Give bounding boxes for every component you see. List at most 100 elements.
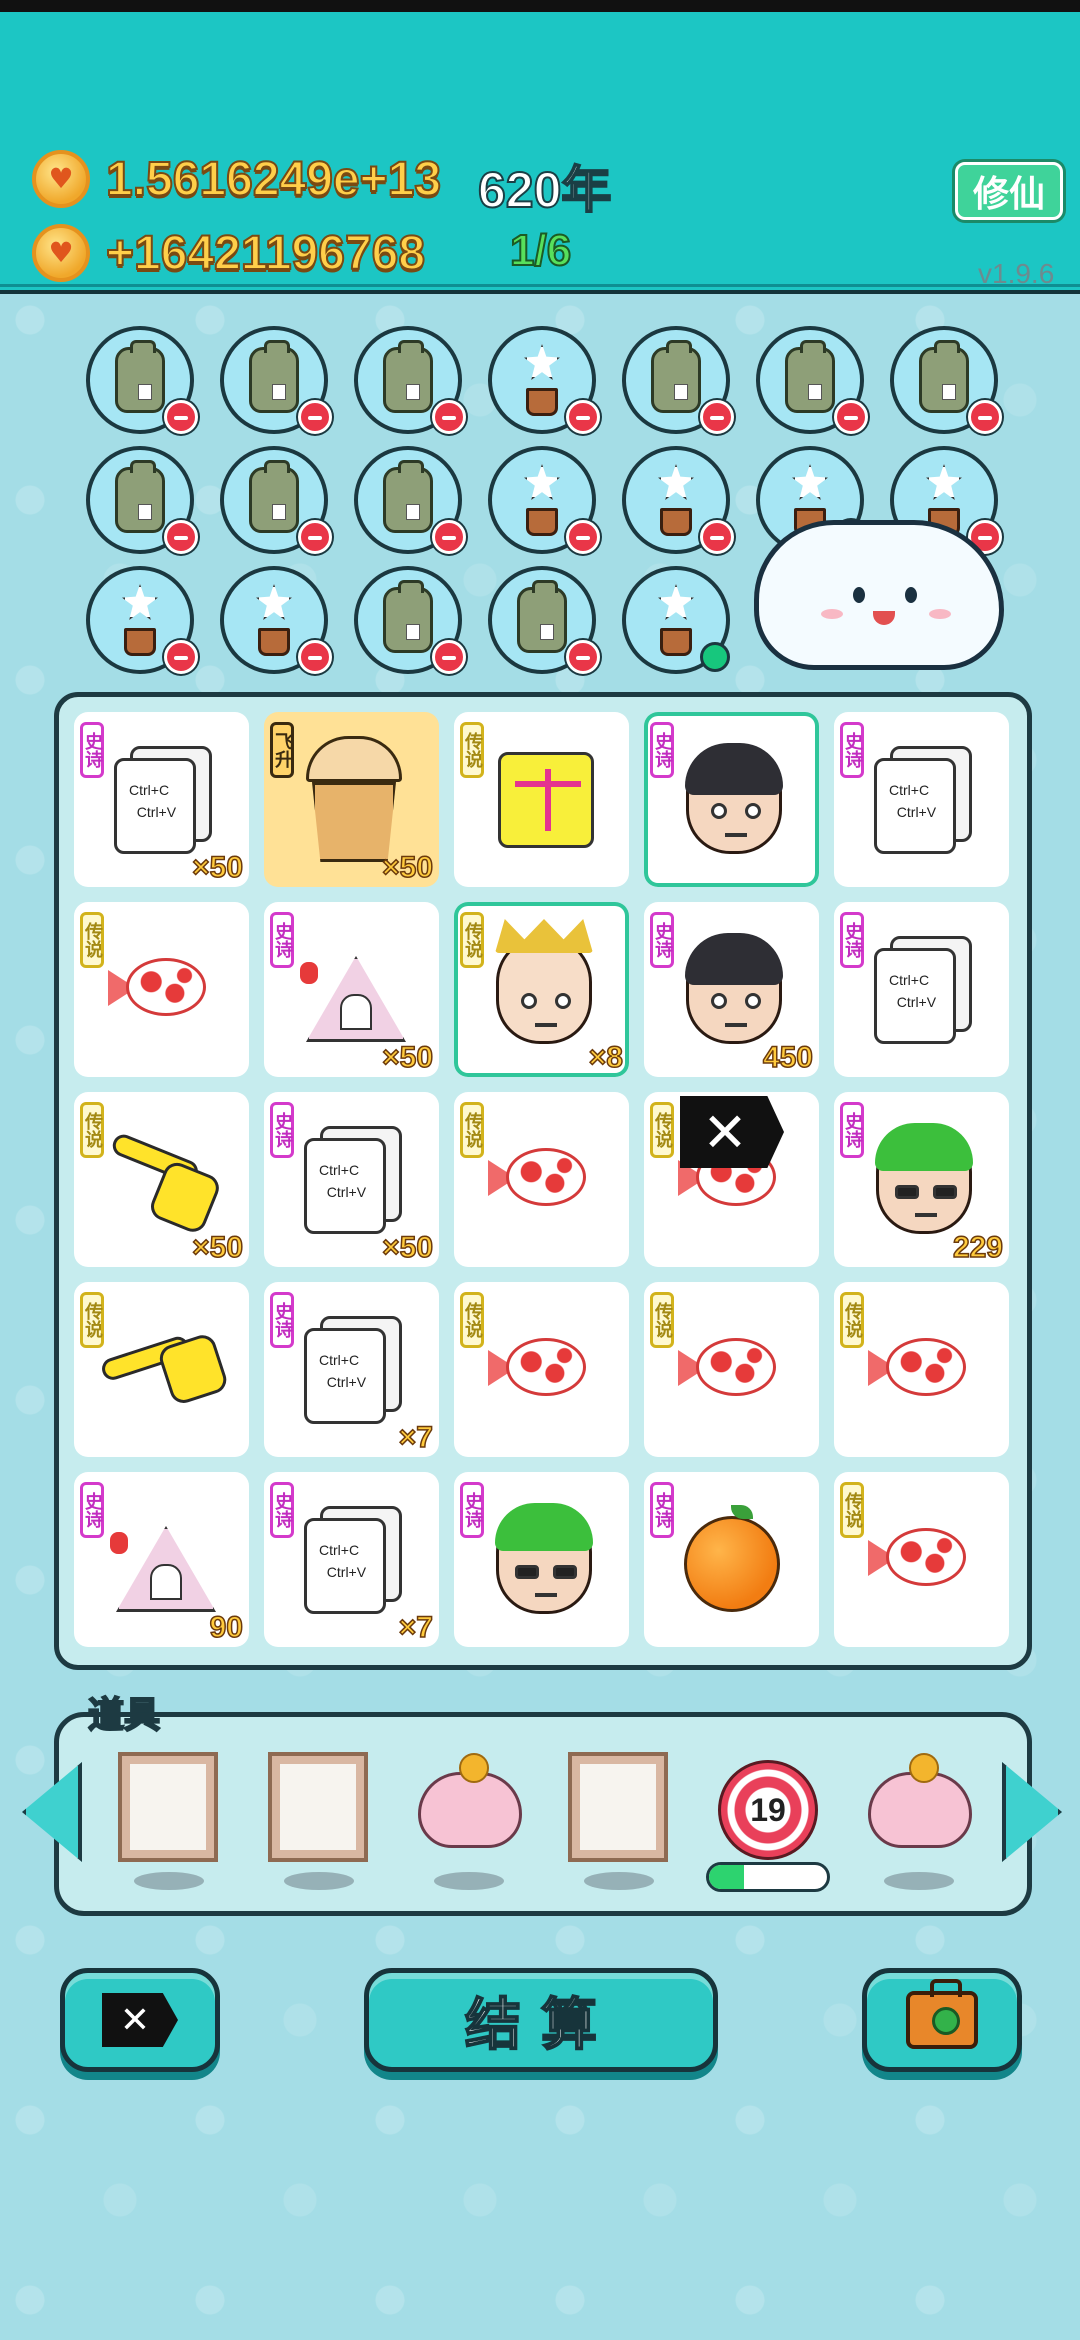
briefcase-button[interactable]: [862, 1968, 1022, 2072]
bag-icon: [651, 340, 701, 413]
remove-icon[interactable]: [432, 400, 466, 434]
remove-icon[interactable]: [566, 640, 600, 674]
board-cell-rabbit-house[interactable]: 史诗 90: [74, 1472, 249, 1647]
koi-fish-icon: [678, 1330, 790, 1406]
board-cell-cap-face[interactable]: 史诗 229: [834, 1092, 1009, 1267]
header: ♥ 1.5616249e+13 620年 ♥ +16421196768 1/6 …: [0, 12, 1080, 294]
slot-flower[interactable]: [622, 566, 730, 674]
slot-flower[interactable]: [622, 446, 734, 554]
flower-icon: [244, 584, 304, 656]
rarity-tag: 史诗: [80, 1482, 104, 1538]
board-cell-copy-paste[interactable]: Ctrl+C Ctrl+V 史诗 ×50: [74, 712, 249, 887]
remove-icon[interactable]: [164, 520, 198, 554]
discard-button[interactable]: ✕: [60, 1968, 220, 2072]
board-cell-face-man[interactable]: 史诗 450: [644, 902, 819, 1077]
frame-item[interactable]: [118, 1752, 218, 1862]
rarity-tag: 传说: [840, 1292, 864, 1348]
board-cell-copy-paste[interactable]: Ctrl+C Ctrl+V 史诗: [834, 902, 1009, 1077]
board-cell-face-man[interactable]: 史诗: [644, 712, 819, 887]
target-progress: [706, 1862, 830, 1892]
board-cell-cap-face[interactable]: 史诗: [454, 1472, 629, 1647]
board-cell-copy-paste[interactable]: Ctrl+C Ctrl+V 史诗: [834, 712, 1009, 887]
flower-icon: [110, 584, 170, 656]
slot-bag[interactable]: [622, 326, 734, 434]
board-cell-copy-paste[interactable]: Ctrl+C Ctrl+V 史诗 ×7: [264, 1472, 439, 1647]
koi-fish-icon: [488, 1140, 600, 1216]
slot-flower[interactable]: [488, 326, 600, 434]
board-cell-king-face[interactable]: 传说 ×8: [454, 902, 629, 1077]
rarity-tag: 传说: [80, 912, 104, 968]
slot-bag[interactable]: [220, 326, 332, 434]
board-cell-rabbit-house[interactable]: 史诗 ×50: [264, 902, 439, 1077]
board-cell-copy-paste[interactable]: Ctrl+C Ctrl+V 史诗 ×7: [264, 1282, 439, 1457]
frame-item[interactable]: [268, 1752, 368, 1862]
slot-bag[interactable]: [354, 326, 466, 434]
rarity-tag: 史诗: [650, 722, 674, 778]
item-count: 450: [762, 1040, 814, 1075]
board-cell-koi-fish[interactable]: 传说: [834, 1282, 1009, 1457]
board-cell-koi-fish[interactable]: 传说: [644, 1282, 819, 1457]
xiuxian-button[interactable]: 修仙: [955, 162, 1063, 220]
remove-icon[interactable]: [432, 520, 466, 554]
remove-icon[interactable]: [432, 640, 466, 674]
items-title: 道具: [87, 1694, 161, 1737]
coins-total-row: ♥ 1.5616249e+13: [32, 150, 442, 208]
slot-bag[interactable]: [354, 566, 466, 674]
target-item[interactable]: 19: [718, 1760, 818, 1860]
slot-bag[interactable]: [86, 326, 198, 434]
remove-icon[interactable]: [298, 520, 332, 554]
board-cell-orange[interactable]: 史诗: [644, 1472, 819, 1647]
piggy-bank-icon[interactable]: [868, 1753, 972, 1848]
board-cell-hand-point[interactable]: 传说: [74, 1282, 249, 1457]
board-cell-koi-fish[interactable]: 传说: [454, 1282, 629, 1457]
board-cell-copy-paste[interactable]: Ctrl+C Ctrl+V 史诗 ×50: [264, 1092, 439, 1267]
remove-icon[interactable]: [700, 520, 734, 554]
arrow-right-icon[interactable]: [1002, 1762, 1062, 1862]
years-counter: 620年: [477, 161, 612, 219]
slot-bag[interactable]: [354, 446, 466, 554]
slot-flower[interactable]: [86, 566, 198, 674]
slot-flower[interactable]: [488, 446, 600, 554]
copy-paste-icon: Ctrl+C Ctrl+V: [108, 746, 218, 856]
arrow-left-icon[interactable]: [22, 1762, 82, 1862]
remove-icon[interactable]: [566, 520, 600, 554]
discard-marker-icon[interactable]: ✕: [680, 1096, 784, 1168]
bag-icon: [115, 460, 165, 533]
item-count: ×7: [398, 1610, 434, 1645]
coins-total: 1.5616249e+13: [105, 152, 442, 207]
piggy-bank-icon[interactable]: [418, 1753, 522, 1848]
pointing-hand-icon: [92, 1113, 237, 1241]
frame-item[interactable]: [568, 1752, 668, 1862]
rarity-tag: 史诗: [270, 1482, 294, 1538]
slot-bag[interactable]: [756, 326, 868, 434]
remove-icon[interactable]: [968, 400, 1002, 434]
remove-icon[interactable]: [834, 400, 868, 434]
remove-icon[interactable]: [566, 400, 600, 434]
remove-icon[interactable]: [700, 400, 734, 434]
remove-icon[interactable]: [164, 640, 198, 674]
remove-icon[interactable]: [298, 640, 332, 674]
rarity-tag: 传说: [80, 1102, 104, 1158]
slot-bag[interactable]: [890, 326, 1002, 434]
remove-icon[interactable]: [298, 400, 332, 434]
board-cell-koi-fish[interactable]: 传说: [834, 1472, 1009, 1647]
rarity-tag: 传说: [650, 1292, 674, 1348]
board-cell-koi-fish[interactable]: 传说: [74, 902, 249, 1077]
slot-bag[interactable]: [220, 446, 332, 554]
settle-button[interactable]: 结算: [364, 1968, 718, 2072]
cloud-mascot[interactable]: [754, 520, 1004, 670]
board-cell-scale[interactable]: 传说: [454, 712, 629, 887]
slot-bag[interactable]: [488, 566, 600, 674]
man-face-icon: [685, 933, 783, 1044]
board-cell-hand-point[interactable]: 传说 ×50: [74, 1092, 249, 1267]
slot-bag[interactable]: [86, 446, 198, 554]
coins-income: +16421196768: [105, 226, 426, 281]
board-cell-koi-fish[interactable]: 传说: [454, 1092, 629, 1267]
bag-icon: [115, 340, 165, 413]
board-cell-milk-tea[interactable]: 飞升 ×50: [264, 712, 439, 887]
bag-icon: [383, 580, 433, 653]
bag-icon: [517, 580, 567, 653]
copy-paste-text: Ctrl+C Ctrl+V: [114, 758, 196, 854]
slot-flower[interactable]: [220, 566, 332, 674]
remove-icon[interactable]: [164, 400, 198, 434]
